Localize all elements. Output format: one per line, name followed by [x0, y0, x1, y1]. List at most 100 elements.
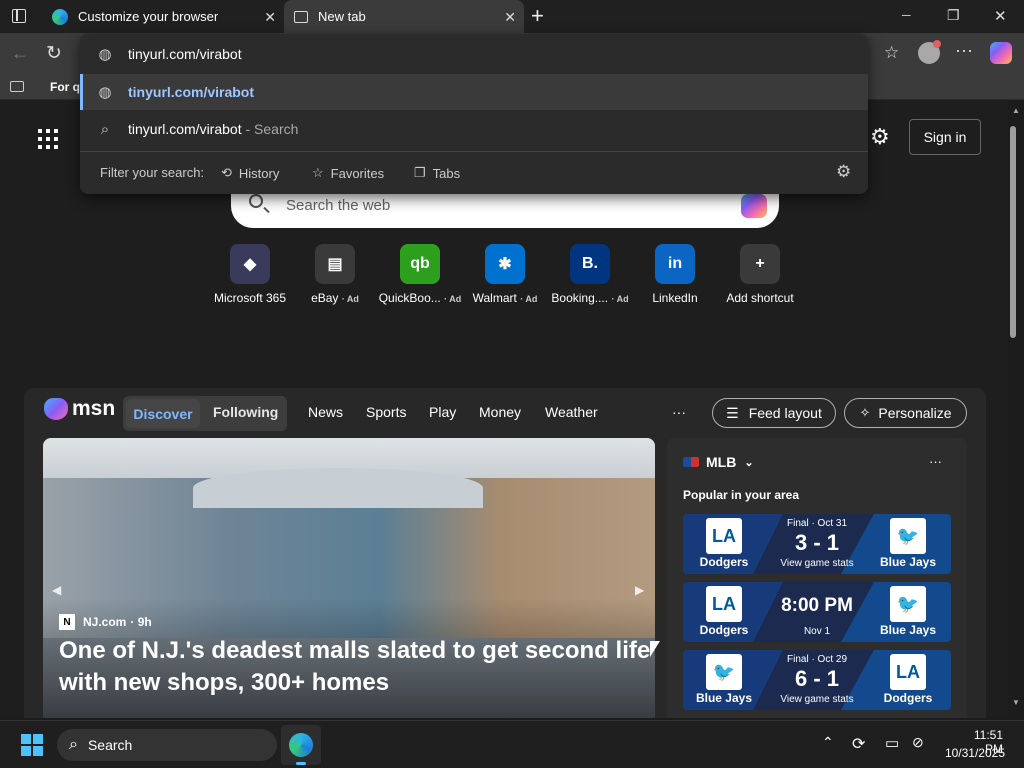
close-window-button[interactable]: ✕	[994, 7, 1007, 25]
apps-grid-icon[interactable]	[38, 129, 58, 149]
globe-icon: ◍	[98, 84, 112, 101]
taskbar-date[interactable]: 10/31/2025	[938, 746, 1005, 760]
msn-nav-weather[interactable]: Weather	[545, 404, 598, 420]
sign-in-button[interactable]: Sign in	[909, 119, 981, 155]
profile-avatar[interactable]	[918, 40, 941, 64]
news-source[interactable]: N NJ.com · 9h	[59, 614, 152, 630]
settings-gear-icon[interactable]: ⚙	[870, 124, 890, 150]
search-placeholder: Search the web	[286, 197, 391, 214]
right-team-name: Dodgers	[883, 691, 933, 705]
shortcut-tile[interactable]: in LinkedIn	[630, 244, 720, 305]
tab-actions-icon[interactable]	[12, 9, 26, 23]
msn-nav-news[interactable]: News	[308, 404, 343, 420]
game-score: 6 - 1	[794, 666, 840, 691]
ad-label: · Ad	[444, 294, 462, 304]
address-input[interactable]: tinyurl.com/virabot	[128, 46, 242, 62]
show-hidden-icons-chevron-icon[interactable]: ⌃	[822, 734, 834, 751]
shortcut-tile[interactable]: ✱ Walmart · Ad	[460, 244, 550, 305]
personalize-label: Personalize	[878, 405, 952, 421]
filter-tabs[interactable]: ❐ Tabs	[414, 165, 460, 181]
feed-layout-button[interactable]: ☰ Feed layout	[712, 398, 836, 428]
game-status: Final · Oct 29	[786, 654, 848, 665]
shortcut-label: Walmart	[472, 291, 517, 305]
headline-line2[interactable]: with new shops, 300+ homes	[59, 669, 389, 697]
suggestion-search[interactable]: ⌕ tinyurl.com/virabot - Search	[80, 111, 868, 147]
news-hero-card[interactable]: ◀ ▶ N NJ.com · 9h One of N.J.'s deadest …	[43, 438, 655, 718]
shortcut-tile[interactable]: ▤ eBay · Ad	[290, 244, 380, 305]
game-card[interactable]: LA 🐦 Dodgers Blue Jays 8:00 PM Nov 1	[683, 582, 951, 642]
msn-logo[interactable]: msn	[44, 397, 115, 421]
taskbar-edge-icon[interactable]	[281, 725, 321, 765]
display-icon[interactable]: ▭	[885, 734, 899, 752]
shortcut-icon: ▤	[315, 244, 355, 284]
copilot-icon[interactable]	[741, 194, 767, 218]
suggestion-search-text: tinyurl.com/virabot	[128, 121, 242, 137]
game-score: 3 - 1	[794, 530, 840, 555]
game-link[interactable]: View game stats	[767, 558, 867, 569]
game-link[interactable]: Nov 1	[767, 626, 867, 637]
personalize-button[interactable]: ✧ Personalize	[844, 398, 967, 428]
tab-discover[interactable]: Discover	[126, 399, 200, 428]
shortcut-label: Add shortcut	[726, 291, 794, 305]
shortcut-icon: +	[740, 244, 780, 284]
close-tab-icon[interactable]: ✕	[504, 9, 516, 26]
shortcut-tile[interactable]: + Add shortcut	[715, 244, 805, 305]
close-tab-icon[interactable]: ✕	[264, 9, 276, 26]
team-logo-icon: 🐦	[890, 586, 926, 622]
left-team-name: Blue Jays	[695, 691, 753, 705]
game-card[interactable]: LA 🐦 Dodgers Blue Jays Final · Oct 31 3 - 1 Vi…	[683, 514, 951, 574]
nj-com-logo-icon: N	[59, 614, 75, 630]
shortcut-tile[interactable]: B. Booking.... · Ad	[545, 244, 635, 305]
game-card[interactable]: 🐦 LA Blue Jays Dodgers Final · Oct 29 6 - 1 Vi…	[683, 650, 951, 710]
mlb-header[interactable]: MLB ⌄	[683, 454, 754, 470]
shortcut-tile[interactable]: qb QuickBoo... · Ad	[375, 244, 465, 305]
back-icon[interactable]: ←	[11, 43, 29, 64]
msn-more-icon[interactable]: ···	[672, 404, 686, 420]
start-windows-icon[interactable]	[21, 734, 43, 756]
minimize-button[interactable]: ─	[902, 8, 911, 22]
suggestion-url[interactable]: ◍ tinyurl.com/virabot	[80, 74, 868, 110]
ad-label: · Ad	[611, 294, 629, 304]
ad-label: · Ad	[520, 294, 538, 304]
favorites-star-icon[interactable]: ☆	[884, 43, 899, 63]
new-tab-button[interactable]: +	[531, 3, 544, 29]
team-logo-icon: 🐦	[890, 518, 926, 554]
favorites-folder-icon[interactable]	[10, 81, 24, 92]
sync-icon[interactable]: ⟳	[852, 734, 865, 754]
team-logo-icon: LA	[890, 654, 926, 690]
msn-nav-money[interactable]: Money	[479, 404, 521, 420]
filter-label: Filter your search:	[100, 165, 205, 180]
carousel-prev-icon[interactable]: ◀	[52, 583, 61, 597]
ad-label: · Ad	[341, 294, 359, 304]
carousel-next-icon[interactable]: ▶	[635, 583, 644, 597]
tab-customize-browser[interactable]: Customize your browser ✕	[42, 0, 284, 33]
network-icon[interactable]: ⊘	[912, 734, 924, 751]
filter-favorites[interactable]: ☆ Favorites	[312, 165, 384, 181]
suggestion-search-suffix: - Search	[241, 121, 299, 137]
more-menu-icon[interactable]: ···	[955, 40, 973, 61]
copilot-icon[interactable]	[990, 42, 1012, 64]
favorites-bar-item[interactable]: For q	[50, 80, 80, 94]
taskbar-search-box[interactable]: ⌕ Search	[57, 729, 277, 761]
game-status: Final · Oct 31	[786, 518, 848, 529]
scrollbar-thumb[interactable]	[1010, 126, 1016, 338]
shortcut-tile[interactable]: ◆ Microsoft 365	[205, 244, 295, 305]
search-settings-gear-icon[interactable]: ⚙	[836, 162, 851, 182]
game-score: 8:00 PM	[781, 595, 853, 616]
msn-nav-sports[interactable]: Sports	[366, 404, 406, 420]
taskbar: ⌕ Search ⌃ ⟳ ▭ ⊘ 11:51 PM 10/31/2025	[0, 720, 1024, 768]
refresh-icon[interactable]: ↻	[46, 42, 62, 65]
tab-following[interactable]: Following	[213, 404, 278, 420]
address-input-row[interactable]: ◍ tinyurl.com/virabot	[80, 36, 868, 72]
tab-title: Customize your browser	[78, 9, 219, 24]
tabs-icon: ❐	[414, 165, 426, 180]
msn-nav-play[interactable]: Play	[429, 404, 456, 420]
shortcut-icon: B.	[570, 244, 610, 284]
restore-button[interactable]: ❐	[947, 7, 960, 24]
mlb-logo-icon	[683, 457, 699, 467]
headline-line1[interactable]: One of N.J.'s deadest malls slated to ge…	[59, 637, 650, 665]
game-link[interactable]: View game stats	[767, 694, 867, 705]
filter-history[interactable]: ⟲ History	[221, 165, 279, 181]
tab-new-tab[interactable]: New tab ✕	[284, 0, 524, 33]
mlb-more-icon[interactable]: ···	[929, 454, 942, 469]
